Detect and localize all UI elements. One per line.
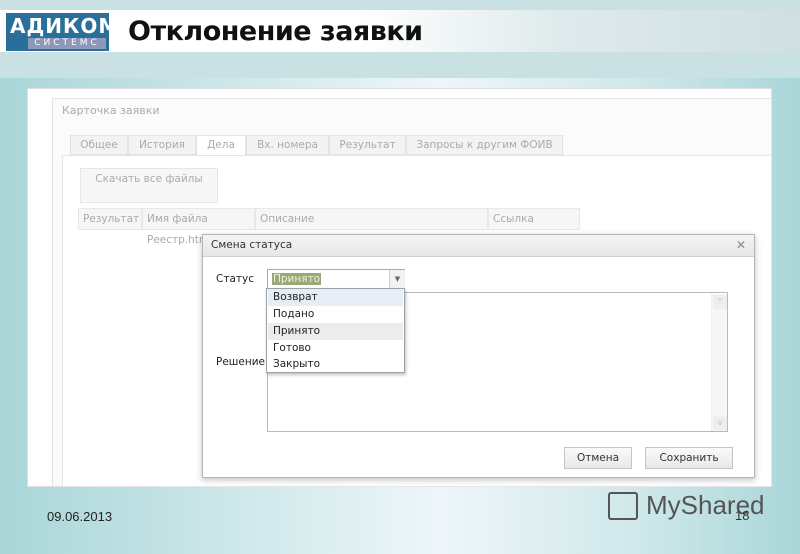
company-logo: АДИКОМ СИСТЕМС: [6, 13, 118, 51]
column-header-link[interactable]: Ссылка: [488, 208, 580, 230]
status-select[interactable]: Принято ▼: [267, 269, 405, 289]
download-all-button[interactable]: Скачать все файлы: [80, 168, 218, 203]
cancel-button[interactable]: Отмена: [564, 447, 632, 469]
scroll-up-icon[interactable]: ^: [713, 295, 727, 309]
status-option-closed[interactable]: Закрыто: [268, 356, 403, 373]
column-header-result[interactable]: Результат: [78, 208, 142, 230]
status-option-accepted[interactable]: Принято: [268, 323, 403, 340]
status-select-value: Принято: [272, 273, 322, 285]
decision-label: Решение: [216, 356, 266, 368]
table-cell-filename[interactable]: Реестр.htm: [147, 234, 209, 246]
column-header-filename[interactable]: Имя файла: [142, 208, 255, 230]
page-number: 18: [735, 508, 750, 523]
tab-history[interactable]: История: [128, 135, 196, 155]
card-title: Карточка заявки: [62, 104, 160, 117]
dialog-header: Смена статуса ✕: [203, 235, 754, 257]
logo-text: АДИКОМ: [10, 14, 120, 38]
dialog-title: Смена статуса: [211, 239, 293, 251]
status-label: Статус: [216, 273, 254, 285]
tab-general[interactable]: Общее: [70, 135, 128, 155]
close-icon[interactable]: ✕: [736, 238, 746, 252]
status-dropdown-list: Возврат Подано Принято Готово Закрыто: [266, 288, 405, 373]
logo-subtext: СИСТЕМС: [28, 38, 106, 49]
status-option-submitted[interactable]: Подано: [268, 306, 403, 323]
presentation-icon: [608, 492, 638, 520]
tab-result[interactable]: Результат: [329, 135, 406, 155]
slide-date: 09.06.2013: [47, 509, 113, 524]
status-option-return[interactable]: Возврат: [268, 289, 403, 306]
tab-cases[interactable]: Дела: [196, 135, 246, 157]
column-header-description[interactable]: Описание: [255, 208, 488, 230]
save-button[interactable]: Сохранить: [645, 447, 733, 469]
tab-requests[interactable]: Запросы к другим ФОИВ: [406, 135, 563, 155]
slide-title: Отклонение заявки: [128, 16, 423, 47]
scrollbar[interactable]: ^ v: [711, 294, 727, 431]
status-option-ready[interactable]: Готово: [268, 340, 403, 357]
tab-incoming-numbers[interactable]: Вх. номера: [246, 135, 329, 155]
chevron-down-icon[interactable]: ▼: [389, 270, 405, 288]
scroll-down-icon[interactable]: v: [713, 416, 727, 430]
